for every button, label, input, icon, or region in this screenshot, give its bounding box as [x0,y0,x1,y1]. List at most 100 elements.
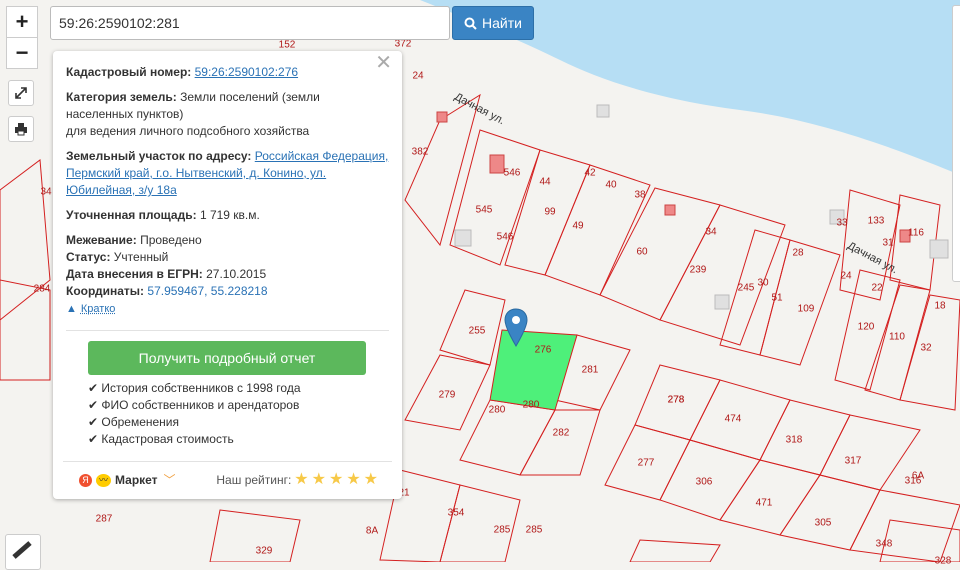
parcel-number-label: 279 [439,390,456,401]
star-icon: ★ [312,471,326,488]
rating-stars: ★ ★ ★ ★ ★ [291,471,378,489]
feature-item: ✔ История собственников с 1998 года [88,380,389,397]
parcel-number-label: 280 [523,400,540,411]
category-use: для ведения личного подсобного хозяйства [66,124,309,138]
parcel-outline [850,490,960,562]
parcel-number-label: 348 [876,539,893,550]
search-button-label: Найти [482,15,522,31]
parcel-outline [780,475,880,550]
parcel-number-label: 471 [756,498,773,509]
parcel-number-label: 255 [469,326,486,337]
search-icon [464,17,477,30]
print-button[interactable] [8,116,34,142]
chevron-down-icon[interactable]: ﹀ [164,472,176,489]
parcel-number-label: 280 [489,405,506,416]
survey-label: Межевание: [66,233,137,247]
parcel-number-label: 51 [771,293,782,304]
parcel-outline [600,188,720,320]
date-value: 27.10.2015 [206,267,266,281]
cadastral-search-input[interactable] [50,6,450,40]
parcel-number-label: 287 [96,514,113,525]
feature-item: ✔ ФИО собственников и арендаторов [88,397,389,414]
coords-label: Координаты: [66,284,144,298]
market-link[interactable]: Маркет [115,472,158,489]
get-report-button[interactable]: Получить подробный отчет [88,341,366,375]
parcel-number-label: 284 [34,284,51,295]
collapse-label: Кратко [81,301,116,318]
ruler-button[interactable] [5,534,41,570]
parcel-number-label: 277 [638,458,655,469]
parcel-number-label: 382 [412,147,429,158]
parcel-number-label: 32 [920,343,931,354]
star-icon: ★ [346,471,360,488]
parcel-outline [630,540,720,562]
parcel-number-label: 545 [476,205,493,216]
fullscreen-button[interactable] [8,80,34,106]
parcel-number-label: 60 [636,247,647,258]
parcel-number-label: 133 [868,216,885,227]
ruler-icon [6,535,40,565]
survey-value: Проведено [140,233,202,247]
parcel-number-label: 354 [448,508,465,519]
search-button[interactable]: Найти [452,6,534,40]
close-icon[interactable]: ✕ [375,55,392,72]
zoom-in-button[interactable]: + [6,6,38,38]
parcel-number-label: 278 [668,395,685,406]
star-icon: ★ [364,471,378,488]
parcel-number-label: 282 [553,428,570,439]
parcel-outline [440,485,520,562]
yandex-logo: Я [79,474,92,487]
parcel-number-label: 99 [544,207,555,218]
feature-item: ✔ Обременения [88,414,389,431]
category-label: Категория земель: [66,90,177,104]
parcel-number-label: 245 [738,283,755,294]
parcel-number-label: 30 [757,278,768,289]
cadastral-label: Кадастровый номер: [66,65,191,79]
parcel-outline [520,410,600,475]
parcel-number-label: 116 [908,228,924,239]
parcel-number-label: 33 [836,218,847,229]
star-icon: ★ [329,471,343,488]
panel-footer: Я 〰 Маркет ﹀ Наш рейтинг: ★ ★ ★ ★ ★ [63,461,392,489]
map-marker-icon[interactable] [503,308,529,348]
parcel-number-label: 110 [889,332,905,343]
parcel-outline [660,205,785,345]
parcel-number-label: 546 [497,232,514,243]
parcel-number-label: 34 [40,187,51,198]
parcel-number-label: 317 [845,456,862,467]
parcel-number-label: 372 [395,39,412,50]
parcel-number-label: 42 [584,168,595,179]
feature-list: ✔ История собственников с 1998 года ✔ ФИ… [88,380,389,448]
star-icon: ★ [294,471,308,488]
status-value: Учтенный [114,250,169,264]
parcel-outline [0,280,50,380]
divider [66,330,389,331]
parcel-number-label: 44 [539,177,550,188]
collapse-link[interactable]: ▲ Кратко [66,301,389,318]
parcel-number-label: 281 [582,365,599,376]
parcel-number-label: 285 [494,525,511,536]
parcel-number-label: 306 [696,477,713,488]
print-icon [14,122,28,136]
parcel-number-label: 328 [935,556,952,567]
parcel-outline [545,165,650,295]
zoom-out-button[interactable]: − [6,37,38,69]
status-label: Статус: [66,250,110,264]
parcel-number-label: 120 [858,322,875,333]
cadastral-number-link[interactable]: 59:26:2590102:276 [195,65,298,79]
parcel-number-label: 31 [882,238,893,249]
parcel-number-label: 28 [792,248,803,259]
parcel-number-label: 8А [366,526,378,537]
parcel-number-label: 318 [786,435,803,446]
parcel-number-label: 276 [535,345,552,356]
expand-icon [14,86,28,100]
date-label: Дата внесения в ЕГРН: [66,267,203,281]
parcel-number-label: 239 [690,265,707,276]
caret-up-icon: ▲ [66,301,77,318]
layers-panel-edge[interactable] [952,5,960,282]
parcel-number-label: 329 [256,546,273,557]
parcel-number-label: 474 [725,414,742,425]
parcel-number-label: 49 [572,221,583,232]
parcel-number-label: 6А [912,471,924,482]
parcel-number-label: 34 [705,227,716,238]
